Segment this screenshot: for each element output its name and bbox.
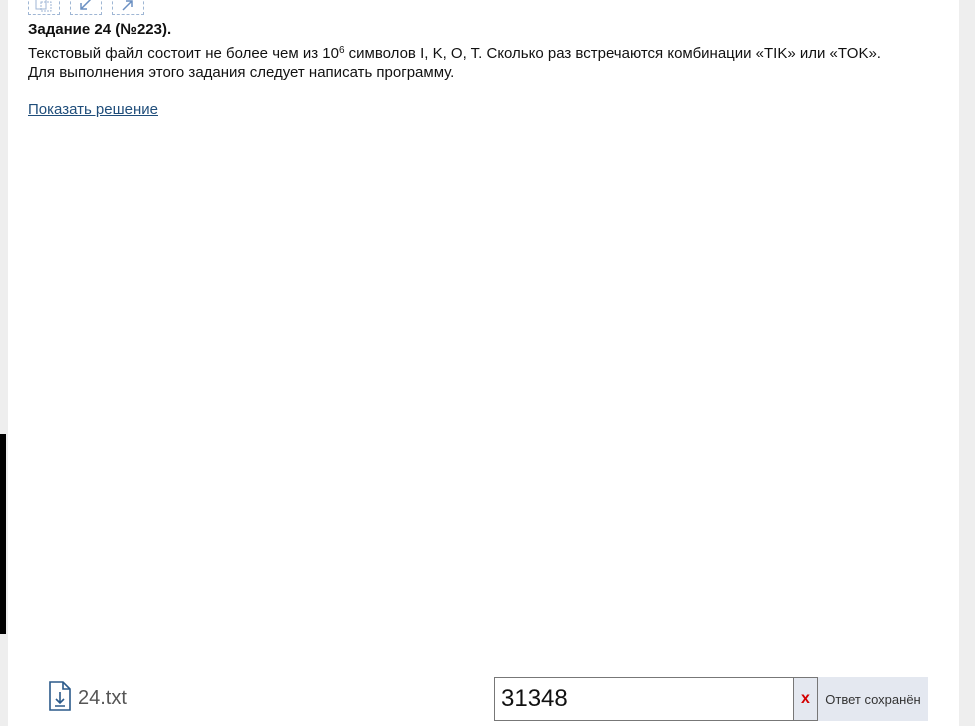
- collapse-arrow-icon[interactable]: [70, 0, 102, 15]
- clear-answer-button[interactable]: x: [794, 677, 818, 721]
- task-text-part1: Текстовый файл состоит не более чем из 1…: [28, 45, 339, 62]
- copy-icon[interactable]: [28, 0, 60, 15]
- expand-arrow-icon[interactable]: [112, 0, 144, 15]
- task-toolbar: [28, 0, 144, 16]
- task-statement: Текстовый файл состоит не более чем из 1…: [28, 44, 958, 82]
- task-text-line2: Для выполнения этого задания следует нап…: [28, 64, 455, 81]
- answer-input[interactable]: [494, 677, 794, 721]
- task-title: Задание 24 (№223).: [28, 21, 172, 38]
- attachment-file-name: 24.txt: [78, 687, 127, 709]
- task-text-part2: символов I, K, O, T. Сколько раз встреча…: [344, 45, 881, 62]
- right-sidebar-strip: [959, 0, 975, 726]
- left-scroll-marker: [0, 434, 6, 634]
- download-file-icon: [48, 681, 72, 716]
- answer-status: Ответ сохранён: [818, 677, 928, 721]
- show-solution-link[interactable]: Показать решение: [28, 101, 158, 118]
- attachment-file-link[interactable]: 24.txt: [48, 681, 127, 716]
- task-power: 6: [338, 45, 345, 56]
